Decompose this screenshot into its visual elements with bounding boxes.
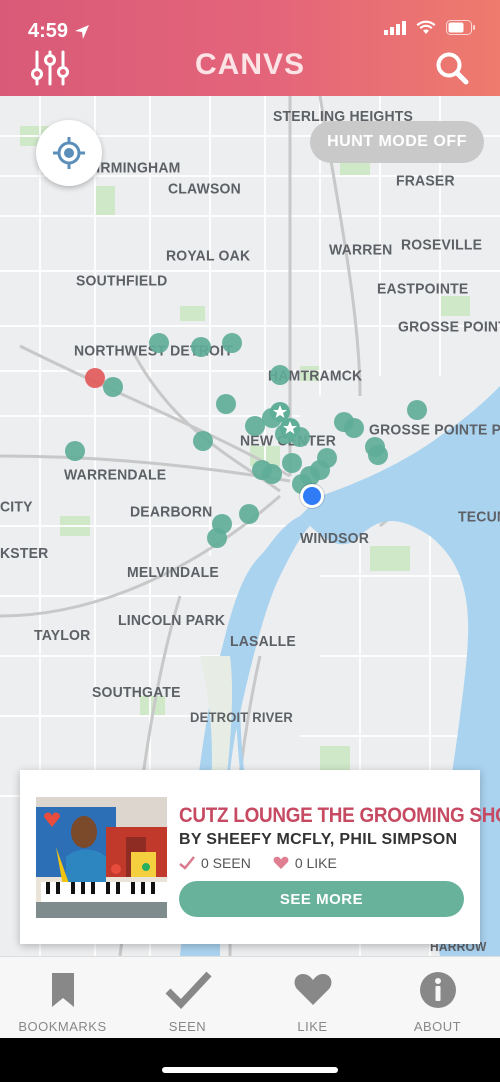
wifi-icon xyxy=(416,20,436,34)
map-label-grosse-pointe-park: GROSSE POINTE PARK xyxy=(369,420,500,438)
map-label-city: CITY xyxy=(0,497,33,515)
art-marker[interactable] xyxy=(239,504,259,524)
map-label-lincoln-park: LINCOLN PARK xyxy=(118,611,226,629)
see-more-button[interactable]: SEE MORE xyxy=(179,881,464,917)
locate-me-button[interactable] xyxy=(36,120,102,186)
map-label-windsor: WINDSOR xyxy=(300,529,370,547)
map-label-tecumseh: TECUMS xyxy=(458,507,500,525)
info-icon xyxy=(419,972,456,1008)
map-label-fraser: FRASER xyxy=(396,171,455,189)
bookmark-icon xyxy=(51,973,74,1007)
seen-count: 0 SEEN xyxy=(201,855,251,871)
map-label-melvindale: MELVINDALE xyxy=(127,563,219,581)
map-label-roseville: ROSEVILLE xyxy=(401,235,483,253)
art-marker[interactable] xyxy=(193,431,213,451)
art-marker[interactable] xyxy=(270,365,290,385)
map-label-southfield: SOUTHFIELD xyxy=(76,271,168,289)
starred-marker-icon[interactable] xyxy=(280,418,300,438)
nav-seen-label: SEEN xyxy=(168,1019,207,1034)
signal-icon xyxy=(384,20,406,35)
art-marker[interactable] xyxy=(222,333,242,353)
art-marker[interactable] xyxy=(103,377,123,397)
check-icon xyxy=(165,971,212,1009)
home-bar xyxy=(0,1038,500,1082)
search-icon xyxy=(436,52,469,85)
map-label-warren: WARREN xyxy=(329,240,393,258)
art-marker-selected[interactable] xyxy=(85,368,105,388)
artwork-title[interactable]: CUTZ LOUNGE THE GROOMING SHOP xyxy=(179,804,500,828)
artwork-stats: 0 SEEN 0 LIKE xyxy=(179,855,337,871)
art-marker[interactable] xyxy=(149,333,169,353)
nav-about[interactable]: ABOUT xyxy=(375,957,500,1038)
art-marker[interactable] xyxy=(207,528,227,548)
art-marker[interactable] xyxy=(344,418,364,438)
heart-icon xyxy=(273,856,289,869)
hunt-mode-toggle[interactable]: HUNT MODE OFF xyxy=(310,121,484,163)
status-time-text: 4:59 xyxy=(28,20,69,42)
map-label-royal-oak: ROYAL OAK xyxy=(166,246,251,264)
heart-icon xyxy=(294,974,331,1005)
app-screen: 4:59 CANVS STERLING HEIGHTS FRASER BIRMI… xyxy=(0,0,500,1082)
nav-bookmarks[interactable]: BOOKMARKS xyxy=(0,957,125,1038)
status-icons xyxy=(384,20,476,35)
app-logo: CANVS xyxy=(194,48,305,81)
art-marker[interactable] xyxy=(317,448,337,468)
like-count: 0 LIKE xyxy=(294,855,337,871)
artwork-artists: BY SHEEFY MCFLY, PHIL SIMPSON xyxy=(179,831,458,848)
header: 4:59 CANVS xyxy=(0,0,500,96)
nav-like[interactable]: LIKE xyxy=(250,957,375,1038)
bottom-nav: BOOKMARKS SEEN LIKE ABOUT xyxy=(0,956,500,1038)
map-label-dearborn: DEARBORN xyxy=(130,502,213,520)
mural-image xyxy=(36,797,167,918)
map-label-detroit-river: DETROIT RIVER xyxy=(190,709,293,726)
nav-about-label: ABOUT xyxy=(413,1019,462,1034)
artwork-thumbnail[interactable] xyxy=(36,797,167,918)
map-label-kster: KSTER xyxy=(0,544,49,562)
art-marker[interactable] xyxy=(191,337,211,357)
location-arrow-icon xyxy=(75,24,90,39)
map-label-southgate: SOUTHGATE xyxy=(92,683,181,701)
art-marker[interactable] xyxy=(407,400,427,420)
art-marker[interactable] xyxy=(216,394,236,414)
art-marker[interactable] xyxy=(282,453,302,473)
home-indicator[interactable] xyxy=(162,1067,338,1073)
art-marker[interactable] xyxy=(368,445,388,465)
crosshair-icon xyxy=(53,137,85,169)
current-location-dot xyxy=(300,484,324,508)
map-label-warrendale: WARRENDALE xyxy=(64,465,167,483)
map-label-taylor: TAYLOR xyxy=(34,626,91,644)
art-marker[interactable] xyxy=(65,441,85,461)
art-marker[interactable] xyxy=(262,464,282,484)
status-time: 4:59 xyxy=(28,20,90,43)
check-icon xyxy=(179,856,195,870)
map-label-eastpointe: EASTPOINTE xyxy=(377,279,469,297)
map-label-lasalle: LASALLE xyxy=(230,632,296,650)
nav-like-label: LIKE xyxy=(297,1019,328,1034)
search-button[interactable] xyxy=(430,46,474,90)
like-stat: 0 LIKE xyxy=(273,855,337,871)
map-label-grosse-pointe-w: GROSSE POINTE W xyxy=(398,317,500,335)
map-label-clawson: CLAWSON xyxy=(168,179,241,197)
seen-stat: 0 SEEN xyxy=(179,855,251,871)
battery-icon xyxy=(446,20,475,35)
nav-seen[interactable]: SEEN xyxy=(125,957,250,1038)
nav-bookmarks-label: BOOKMARKS xyxy=(18,1019,107,1034)
artwork-card[interactable]: CUTZ LOUNGE THE GROOMING SHOP BY SHEEFY … xyxy=(20,770,500,944)
